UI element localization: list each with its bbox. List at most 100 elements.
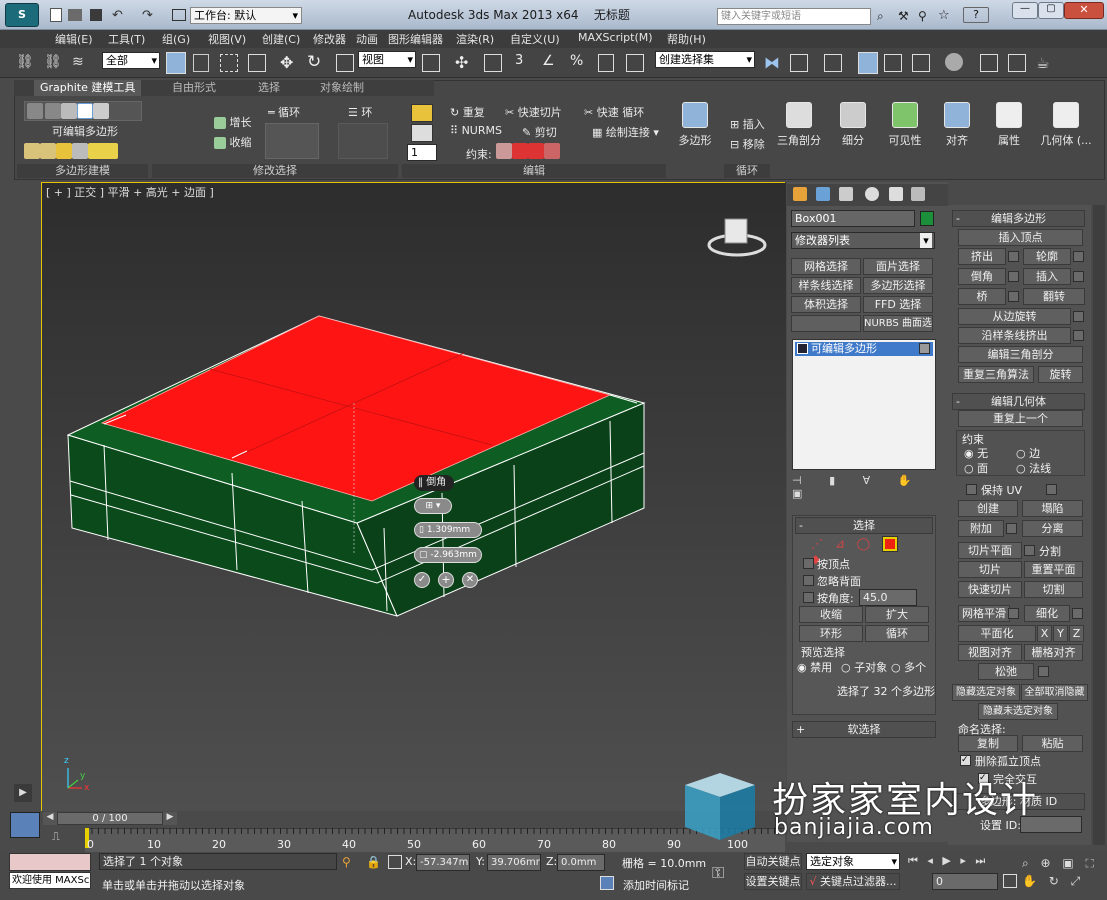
schematic-view-icon[interactable] (912, 54, 930, 72)
named-selection-dropdown[interactable]: 创建选择集 ▾ (655, 51, 755, 68)
insert-vertex-button[interactable]: 插入顶点 (958, 229, 1083, 246)
object-color-swatch[interactable] (920, 211, 934, 226)
geometry-all-button[interactable]: 几何体 (... (1036, 96, 1096, 164)
constraint-face-radio[interactable]: ○ 面 (964, 460, 988, 476)
save-file-icon[interactable] (90, 9, 102, 21)
mesh-select-button[interactable]: 网格选择 (791, 258, 861, 275)
mini-curve-editor-icon[interactable] (10, 812, 40, 838)
cut-button[interactable]: ✎ 剪切 (522, 124, 557, 140)
subdivision-button[interactable]: 细分 (828, 96, 878, 164)
key-filters-button[interactable]: √ 关键点过滤器... (806, 873, 900, 890)
grid-align-button[interactable]: 栅格对齐 (1024, 644, 1083, 661)
tab-graphite[interactable]: Graphite 建模工具 (34, 80, 142, 96)
bevel-outline-field[interactable]: ▢ -2.963mm (414, 547, 482, 563)
loop-selection-button[interactable]: 循环 (865, 625, 929, 642)
bind-spacewarp-icon[interactable]: ≋ (72, 54, 90, 72)
relax-settings-icon[interactable] (1038, 666, 1049, 677)
patch-select-button[interactable]: 面片选择 (863, 258, 933, 275)
edit-geometry-header[interactable]: - 编辑几何体 (952, 393, 1085, 410)
modifier-list-dropdown[interactable]: 修改器列表 ▾ (791, 232, 935, 249)
align-icon[interactable] (790, 54, 808, 72)
object-name-field[interactable]: Box001 (791, 210, 915, 227)
attach-button[interactable]: 附加 (958, 520, 1004, 537)
grow-selection-button[interactable]: 扩大 (865, 606, 929, 623)
minimize-button[interactable]: — (1012, 2, 1038, 19)
rotate-icon[interactable]: ↻ (307, 52, 321, 72)
menu-item[interactable]: 动画 (356, 31, 378, 47)
menu-item[interactable]: 渲染(R) (456, 31, 494, 47)
redo-icon[interactable]: ↷ (142, 8, 153, 23)
ring-button[interactable]: ☰ 环 (348, 104, 372, 120)
constraint-normal-radio[interactable]: ○ 法线 (1016, 460, 1051, 476)
command-panel-tabs[interactable] (787, 184, 948, 206)
constraint-none-radio[interactable]: ◉ 无 (964, 445, 988, 461)
triangulate-button[interactable]: 三角剖分 (774, 96, 824, 164)
attach-settings-icon[interactable] (1006, 523, 1017, 534)
snap-toggle-icon[interactable]: 3 (515, 53, 523, 68)
menu-item[interactable]: 自定义(U) (510, 31, 560, 47)
shrink-selection-button[interactable]: 收缩 (799, 606, 863, 623)
move-icon[interactable]: ✥ (280, 53, 293, 72)
angle-spinner[interactable]: 45.0 (859, 589, 917, 606)
perspective-viewport[interactable]: z y x ‖ 倒角 ⊞ ▾ ▯ 1.309mm ▢ -2.963mm ✓ + … (41, 182, 786, 812)
tools-icon[interactable]: ⚒ (898, 9, 909, 23)
nurms-button[interactable]: ⠿ NURMS (450, 124, 502, 137)
panel-scrollbar[interactable] (1093, 205, 1105, 845)
search-binoculars-icon[interactable]: ⌕ (877, 9, 884, 24)
z-coordinate-field[interactable]: 0.0mm (557, 854, 605, 871)
open-file-icon[interactable] (68, 9, 82, 21)
remove-loop-button[interactable]: ⊟ 移除 (730, 136, 765, 152)
preserve-uv-checkbox[interactable] (966, 484, 977, 495)
pivot-center-icon[interactable] (422, 54, 440, 72)
outline-settings-icon[interactable] (1073, 251, 1084, 262)
shrink-button[interactable]: 收缩 (214, 134, 252, 150)
menu-item[interactable]: 创建(C) (262, 31, 300, 47)
unhide-all-button[interactable]: 全部取消隐藏 (1021, 684, 1088, 701)
viewcube-icon[interactable] (707, 211, 767, 259)
selection-lock-icon[interactable]: 🔒 (366, 855, 381, 869)
edit-polygons-header[interactable]: - 编辑多边形 (952, 210, 1085, 227)
vol-select-button[interactable]: 体积选择 (791, 296, 861, 313)
y-coordinate-field[interactable]: 39.706mm (487, 854, 541, 871)
hinge-settings-icon[interactable] (1073, 311, 1084, 322)
current-frame-spinner[interactable]: 0 (932, 873, 998, 890)
menu-item[interactable]: 图形编辑器 (388, 31, 443, 47)
set-key-button[interactable]: 设置关键点 (744, 873, 802, 890)
tab-object-paint[interactable]: 对象绘制 (314, 80, 370, 96)
viewport-label[interactable]: [ + ] 正交 ] 平滑 + 高光 + 边面 ] (46, 184, 214, 200)
ignore-backfacing-checkbox[interactable] (803, 575, 814, 586)
caddy-ok-icon[interactable]: ✓ (414, 572, 430, 588)
bevel-settings-icon[interactable] (1008, 271, 1019, 282)
caddy-cancel-icon[interactable]: ✕ (462, 572, 478, 588)
angle-snap-icon[interactable]: ∠ (542, 53, 555, 69)
time-slider[interactable]: 0 / 100 (57, 812, 163, 825)
maxscript-listener-pink[interactable] (9, 853, 91, 871)
mirror-icon[interactable]: ⧓ (764, 53, 780, 72)
preview-multi-radio[interactable]: ○ 多个 (891, 659, 926, 675)
login-icon[interactable]: ⚲ (918, 9, 927, 23)
menu-item[interactable]: 编辑(E) (55, 31, 93, 47)
maxscript-mini-listener[interactable]: 欢迎使用 MAXSc (9, 872, 91, 889)
bridge-settings-icon[interactable] (1008, 291, 1019, 302)
keyboard-shortcut-icon[interactable] (484, 54, 502, 72)
selection-filter-dropdown[interactable]: 全部 ▾ (102, 52, 160, 69)
repeat-spinner[interactable]: 1 (407, 144, 437, 161)
group-label-poly-modeling[interactable]: 多边形建模 (17, 164, 148, 178)
meshsmooth-button[interactable]: 网格平滑 (958, 605, 1010, 622)
make-planar-button[interactable]: 平面化 (958, 625, 1036, 642)
planar-y-button[interactable]: Y (1053, 625, 1068, 642)
quickslice-button[interactable]: 快速切片 (958, 581, 1022, 598)
auto-key-button[interactable]: 自动关键点 (744, 853, 802, 870)
copy-named-button[interactable]: 复制 (958, 735, 1018, 752)
paint-connect-button[interactable]: ▦ 绘制连接 ▾ (592, 124, 659, 140)
subobject-level-icons[interactable]: ⋰ ⊿ ◯ ◆ (811, 536, 911, 566)
flip-button[interactable]: 翻转 (1023, 288, 1085, 305)
bevel-height-field[interactable]: ▯ 1.309mm (414, 522, 482, 538)
tessellate-button[interactable]: 细化 (1024, 605, 1070, 622)
extrude-spline-settings-icon[interactable] (1073, 330, 1084, 341)
slice-plane-button[interactable]: 切片平面 (958, 542, 1022, 559)
reset-plane-button[interactable]: 重置平面 (1024, 561, 1083, 578)
hide-unselected-button[interactable]: 隐藏未选定对象 (978, 703, 1058, 720)
track-bar-filter-icon[interactable]: ⎍ (52, 830, 72, 844)
tessellate-settings-icon[interactable] (1072, 608, 1083, 619)
